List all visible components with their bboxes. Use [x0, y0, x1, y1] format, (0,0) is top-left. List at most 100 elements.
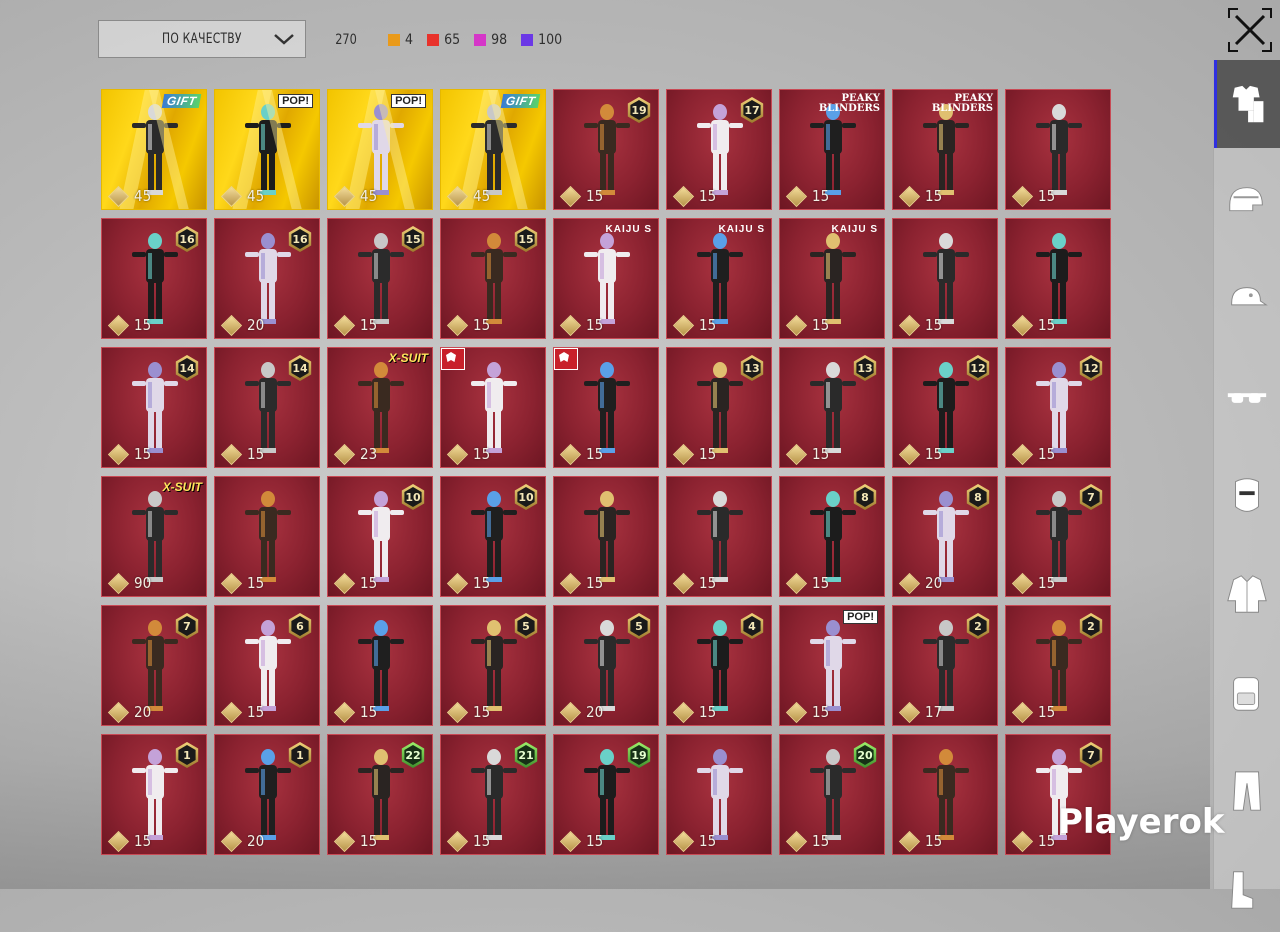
- close-button[interactable]: [1228, 8, 1272, 52]
- quality-count-mythic: 65: [427, 32, 460, 48]
- outfit-card[interactable]: 15: [214, 476, 320, 597]
- outfit-card[interactable]: 15: [1005, 218, 1111, 339]
- outfit-card[interactable]: 19 15: [553, 734, 659, 855]
- outfit-card[interactable]: POP! 45: [327, 89, 433, 210]
- outfit-card[interactable]: POP! 15: [779, 605, 885, 726]
- outfit-card[interactable]: 22 15: [327, 734, 433, 855]
- outfit-card[interactable]: X-SUIT 23: [327, 347, 433, 468]
- level-number: 16: [292, 232, 308, 246]
- outfit-card[interactable]: 15: [666, 476, 772, 597]
- outfit-card[interactable]: 13 15: [779, 347, 885, 468]
- outfit-card[interactable]: 15: [440, 347, 546, 468]
- outfit-card[interactable]: 15: [553, 347, 659, 468]
- level-number: 13: [857, 361, 873, 375]
- price-tag: 15: [785, 572, 830, 594]
- pants-icon: [1233, 771, 1261, 811]
- price-value: 17: [925, 703, 943, 721]
- price-value: 15: [586, 445, 604, 463]
- price-value: 15: [812, 574, 830, 592]
- outfit-card[interactable]: 12 15: [1005, 347, 1111, 468]
- price-tag: 15: [446, 701, 490, 723]
- outfit-card[interactable]: 15: [666, 734, 772, 855]
- price-tag: 15: [1011, 572, 1055, 594]
- outfit-card[interactable]: GIFT 45: [101, 89, 207, 210]
- level-badge: 16: [287, 226, 313, 252]
- outfit-card[interactable]: 8 15: [779, 476, 885, 597]
- outfit-card[interactable]: 16 20: [214, 218, 320, 339]
- category-sidebar: [1213, 60, 1280, 909]
- currency-icon: [333, 701, 356, 723]
- outfit-card[interactable]: 1 15: [101, 734, 207, 855]
- outfit-card[interactable]: 15: [1005, 89, 1111, 210]
- pop-tag: POP!: [843, 610, 878, 624]
- outfit-card[interactable]: 5 15: [440, 605, 546, 726]
- currency-icon: [785, 443, 808, 465]
- outfit-card[interactable]: X-SUIT 90: [101, 476, 207, 597]
- outfit-card[interactable]: 6 15: [214, 605, 320, 726]
- sidebar-item-mask[interactable]: [1214, 452, 1280, 540]
- outfit-card[interactable]: PEAKY BLINDERS 15: [892, 89, 998, 210]
- quality-count-value: 65: [444, 32, 461, 48]
- outfit-card[interactable]: 14 15: [214, 347, 320, 468]
- sidebar-item-backpack[interactable]: [1214, 648, 1280, 736]
- outfit-card[interactable]: 5 20: [553, 605, 659, 726]
- outfit-card[interactable]: 16 15: [101, 218, 207, 339]
- currency-icon: [785, 701, 808, 723]
- outfit-card[interactable]: 8 20: [892, 476, 998, 597]
- outfit-card[interactable]: 7 15: [1005, 476, 1111, 597]
- price-tag: 15: [107, 443, 151, 465]
- outfit-card[interactable]: 13 15: [666, 347, 772, 468]
- outfit-card[interactable]: 15: [892, 734, 998, 855]
- sidebar-item-shoes[interactable]: [1214, 844, 1280, 932]
- outfit-card[interactable]: 21 15: [440, 734, 546, 855]
- sidebar-item-glasses[interactable]: [1214, 354, 1280, 442]
- price-value: 20: [247, 832, 265, 850]
- watermark: Playerok: [1058, 802, 1225, 842]
- outfit-card[interactable]: 2 15: [1005, 605, 1111, 726]
- currency-icon: [446, 701, 469, 723]
- outfit-card[interactable]: 14 15: [101, 347, 207, 468]
- price-value: 15: [925, 187, 943, 205]
- outfit-card[interactable]: 1 20: [214, 734, 320, 855]
- outfit-card[interactable]: POP! 45: [214, 89, 320, 210]
- outfit-card[interactable]: 15 15: [440, 218, 546, 339]
- outfit-card[interactable]: 15: [553, 476, 659, 597]
- sort-dropdown[interactable]: ПО КАЧЕСТВУ: [98, 20, 306, 58]
- outfit-card[interactable]: 12 15: [892, 347, 998, 468]
- price-value: 15: [473, 832, 491, 850]
- outfit-card[interactable]: KAIJU S 15: [779, 218, 885, 339]
- sidebar-item-outfit[interactable]: [1214, 60, 1280, 148]
- level-number: 17: [744, 103, 760, 117]
- level-badge: 15: [400, 226, 426, 252]
- outfit-icon: [1232, 85, 1264, 123]
- outfit-card[interactable]: 15: [327, 605, 433, 726]
- outfit-card[interactable]: 10 15: [327, 476, 433, 597]
- quality-swatch: [474, 34, 487, 46]
- outfit-card[interactable]: 19 15: [553, 89, 659, 210]
- outfit-card[interactable]: 2 17: [892, 605, 998, 726]
- outfit-card[interactable]: PEAKY BLINDERS 15: [779, 89, 885, 210]
- outfit-card[interactable]: GIFT 45: [440, 89, 546, 210]
- price-value: 15: [699, 316, 717, 334]
- gift-tag: GIFT: [161, 94, 202, 108]
- outfit-card[interactable]: 4 15: [666, 605, 772, 726]
- level-badge: 8: [965, 484, 991, 510]
- sidebar-item-jacket[interactable]: [1214, 550, 1280, 638]
- currency-icon: [107, 443, 130, 465]
- price-value: 15: [247, 445, 265, 463]
- outfit-card[interactable]: 15: [892, 218, 998, 339]
- outfit-card[interactable]: KAIJU S 15: [553, 218, 659, 339]
- sidebar-item-cap[interactable]: [1214, 256, 1280, 344]
- outfit-card[interactable]: 7 20: [101, 605, 207, 726]
- price-tag: 15: [446, 830, 491, 852]
- outfit-card[interactable]: 17 15: [666, 89, 772, 210]
- outfit-card[interactable]: 20 15: [779, 734, 885, 855]
- sidebar-item-helmet[interactable]: [1214, 158, 1280, 246]
- currency-icon: [333, 314, 356, 336]
- price-value: 90: [134, 574, 152, 592]
- currency-icon: [898, 701, 921, 723]
- outfit-card[interactable]: KAIJU S 15: [666, 218, 772, 339]
- price-value: 15: [699, 445, 717, 463]
- outfit-card[interactable]: 15 15: [327, 218, 433, 339]
- outfit-card[interactable]: 10 15: [440, 476, 546, 597]
